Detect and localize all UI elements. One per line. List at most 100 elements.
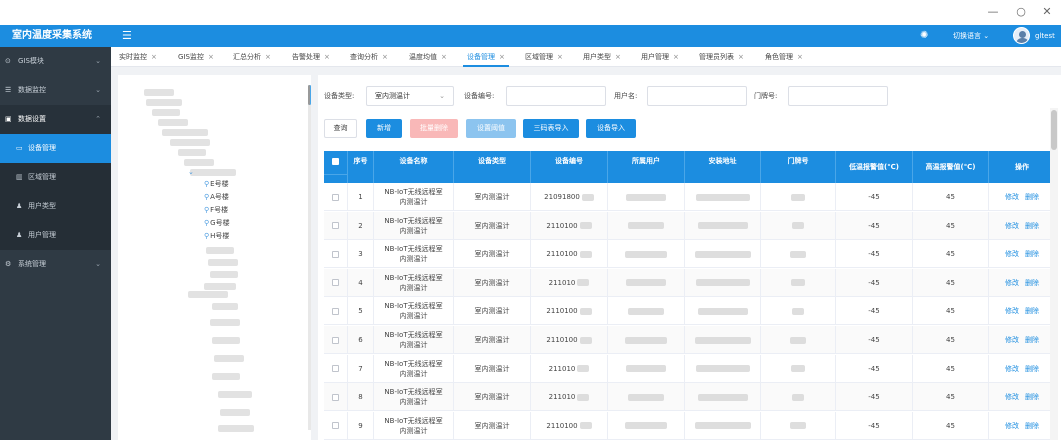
close-icon[interactable]: × bbox=[673, 53, 679, 61]
row-checkbox[interactable] bbox=[332, 422, 339, 430]
sidebar-item-data-settings[interactable]: ▣ 数据设置 ⌃ bbox=[0, 105, 111, 134]
gear-icon[interactable]: ✺ bbox=[920, 29, 928, 43]
delete-link[interactable]: 删除 bbox=[1025, 392, 1039, 402]
tab-area-management[interactable]: 区域管理 × bbox=[521, 47, 567, 67]
tab-role-management[interactable]: 角色管理 × bbox=[761, 47, 807, 67]
tab-user-management[interactable]: 用户管理 × bbox=[637, 47, 683, 67]
table-row[interactable]: 1 NB-IoT无线远程室内测温计 室内测温计 21091800 -45 45 修改 删除 bbox=[324, 183, 1055, 211]
tab-temp-avg[interactable]: 温度均值 × bbox=[405, 47, 451, 67]
sidebar-item-user-management[interactable]: ♟ 用户管理 bbox=[0, 221, 111, 250]
sidebar-item-area-management[interactable]: ▥ 区域管理 bbox=[0, 163, 111, 192]
device-name-cell: NB-IoT无线远程室内测温计 bbox=[374, 240, 454, 269]
close-icon[interactable]: ✕ bbox=[1039, 4, 1055, 20]
row-checkbox[interactable] bbox=[332, 250, 339, 258]
delete-link[interactable]: 删除 bbox=[1025, 421, 1039, 431]
tree-node-building[interactable]: ⚲A号楼 bbox=[204, 193, 229, 202]
tree-node-building[interactable]: ⚲H号楼 bbox=[204, 232, 229, 241]
table-row[interactable]: 3 NB-IoT无线远程室内测温计 室内测温计 2110100 -45 45 修改 删除 bbox=[324, 240, 1055, 269]
tab-alarm[interactable]: 告警处理 × bbox=[288, 47, 334, 67]
delete-link[interactable]: 删除 bbox=[1025, 278, 1039, 288]
close-icon[interactable]: × bbox=[499, 53, 505, 61]
row-checkbox[interactable] bbox=[332, 365, 339, 373]
sidebar-item-user-type[interactable]: ♟ 用户类型 bbox=[0, 192, 111, 221]
edit-link[interactable]: 修改 bbox=[1005, 278, 1019, 288]
close-icon[interactable]: × bbox=[208, 53, 214, 61]
edit-link[interactable]: 修改 bbox=[1005, 392, 1019, 402]
select-all-checkbox[interactable] bbox=[332, 157, 339, 165]
row-checkbox[interactable] bbox=[332, 222, 339, 230]
close-icon[interactable]: × bbox=[441, 53, 447, 61]
tree-expand-icon[interactable]: ⌄ bbox=[188, 168, 194, 177]
sidebar-item-device-management[interactable]: ▭ 设备管理 bbox=[0, 134, 111, 163]
set-threshold-button[interactable]: 设置阈值 bbox=[466, 119, 516, 138]
row-checkbox[interactable] bbox=[332, 279, 339, 287]
edit-link[interactable]: 修改 bbox=[1005, 335, 1019, 345]
table-row[interactable]: 7 NB-IoT无线远程室内测温计 室内测温计 211010 -45 45 修改 删除 bbox=[324, 354, 1055, 383]
delete-link[interactable]: 删除 bbox=[1025, 221, 1039, 231]
tab-summary[interactable]: 汇总分析 × bbox=[229, 47, 275, 67]
row-checkbox[interactable] bbox=[332, 393, 339, 401]
edit-link[interactable]: 修改 bbox=[1005, 221, 1019, 231]
delete-link[interactable]: 删除 bbox=[1025, 249, 1039, 259]
language-switch[interactable]: 切换语言 ⌄ bbox=[953, 30, 989, 42]
menu-icon[interactable]: ☰ bbox=[122, 29, 132, 43]
delete-link[interactable]: 删除 bbox=[1025, 364, 1039, 374]
tab-query[interactable]: 查询分析 × bbox=[346, 47, 392, 67]
batch-delete-button[interactable]: 批量删除 bbox=[410, 119, 458, 138]
tab-device-management[interactable]: 设备管理 × bbox=[463, 47, 509, 67]
table-row[interactable]: 2 NB-IoT无线远程室内测温计 室内测温计 2110100 -45 45 修改 删除 bbox=[324, 211, 1055, 240]
delete-link[interactable]: 删除 bbox=[1025, 192, 1039, 202]
query-button[interactable]: 查询 bbox=[324, 119, 357, 138]
tab-user-type[interactable]: 用户类型 × bbox=[579, 47, 625, 67]
device-type-select[interactable]: 室内测温计 ⌄ bbox=[366, 86, 454, 106]
edit-link[interactable]: 修改 bbox=[1005, 421, 1019, 431]
sidebar-item-system[interactable]: ⚙ 系统管理 ⌄ bbox=[0, 250, 111, 279]
username-label[interactable]: gltest bbox=[1035, 30, 1055, 42]
tree-node-building[interactable]: ⚲E号楼 bbox=[204, 180, 229, 189]
delete-link[interactable]: 删除 bbox=[1025, 335, 1039, 345]
row-checkbox[interactable] bbox=[332, 193, 339, 201]
minimize-icon[interactable]: — bbox=[985, 4, 1001, 20]
username-input[interactable] bbox=[647, 86, 747, 106]
tab-realtime[interactable]: 实时监控 × bbox=[115, 47, 161, 67]
edit-link[interactable]: 修改 bbox=[1005, 306, 1019, 316]
table-row[interactable]: 9 NB-IoT无线远程室内测温计 室内测温计 2110100 -45 45 修改 删除 bbox=[324, 411, 1055, 440]
add-button[interactable]: 新增 bbox=[366, 119, 402, 138]
row-index: 2 bbox=[348, 211, 374, 240]
edit-link[interactable]: 修改 bbox=[1005, 192, 1019, 202]
tree-scrollbar[interactable] bbox=[308, 85, 311, 430]
sidebar-item-gis[interactable]: ⊙ GIS模块 ⌄ bbox=[0, 47, 111, 76]
tree-node-building[interactable]: ⚲F号楼 bbox=[204, 206, 228, 215]
import-code-table-button[interactable]: 三码表导入 bbox=[523, 119, 579, 138]
tab-admin-list[interactable]: 管理员列表 × bbox=[695, 47, 748, 67]
close-icon[interactable]: × bbox=[615, 53, 621, 61]
close-icon[interactable]: × bbox=[324, 53, 330, 61]
row-checkbox[interactable] bbox=[332, 307, 339, 315]
delete-link[interactable]: 删除 bbox=[1025, 306, 1039, 316]
door-number-input[interactable] bbox=[788, 86, 888, 106]
door-number-cell bbox=[761, 240, 836, 269]
close-icon[interactable]: × bbox=[557, 53, 563, 61]
close-icon[interactable]: × bbox=[797, 53, 803, 61]
edit-link[interactable]: 修改 bbox=[1005, 364, 1019, 374]
close-icon[interactable]: × bbox=[382, 53, 388, 61]
table-scrollbar[interactable] bbox=[1050, 108, 1058, 440]
close-icon[interactable]: × bbox=[151, 53, 157, 61]
avatar[interactable] bbox=[1013, 27, 1030, 44]
table-row[interactable]: 5 NB-IoT无线远程室内测温计 室内测温计 2110100 -45 45 修改 删除 bbox=[324, 297, 1055, 326]
device-no-input[interactable] bbox=[506, 86, 606, 106]
tab-gis[interactable]: GIS监控 × bbox=[174, 47, 218, 67]
row-checkbox[interactable] bbox=[332, 336, 339, 344]
table-row[interactable]: 6 NB-IoT无线远程室内测温计 室内测温计 2110100 -45 45 修改 删除 bbox=[324, 326, 1055, 354]
table-row[interactable]: 8 NB-IoT无线远程室内测温计 室内测温计 211010 -45 45 修改 删除 bbox=[324, 383, 1055, 412]
maximize-icon[interactable]: ○ bbox=[1013, 4, 1029, 20]
close-icon[interactable]: × bbox=[265, 53, 271, 61]
close-icon[interactable]: × bbox=[738, 53, 744, 61]
table-row[interactable]: 4 NB-IoT无线远程室内测温计 室内测温计 211010 -45 45 修改 删除 bbox=[324, 268, 1055, 297]
tree-node-building[interactable]: ⚲G号楼 bbox=[204, 219, 230, 228]
import-device-button[interactable]: 设备导入 bbox=[586, 119, 636, 138]
sidebar-item-label: 数据设置 bbox=[18, 115, 46, 123]
edit-link[interactable]: 修改 bbox=[1005, 249, 1019, 259]
sidebar-item-monitor[interactable]: ☰ 数据监控 ⌄ bbox=[0, 76, 111, 105]
globe-icon: ⊙ bbox=[5, 57, 11, 65]
